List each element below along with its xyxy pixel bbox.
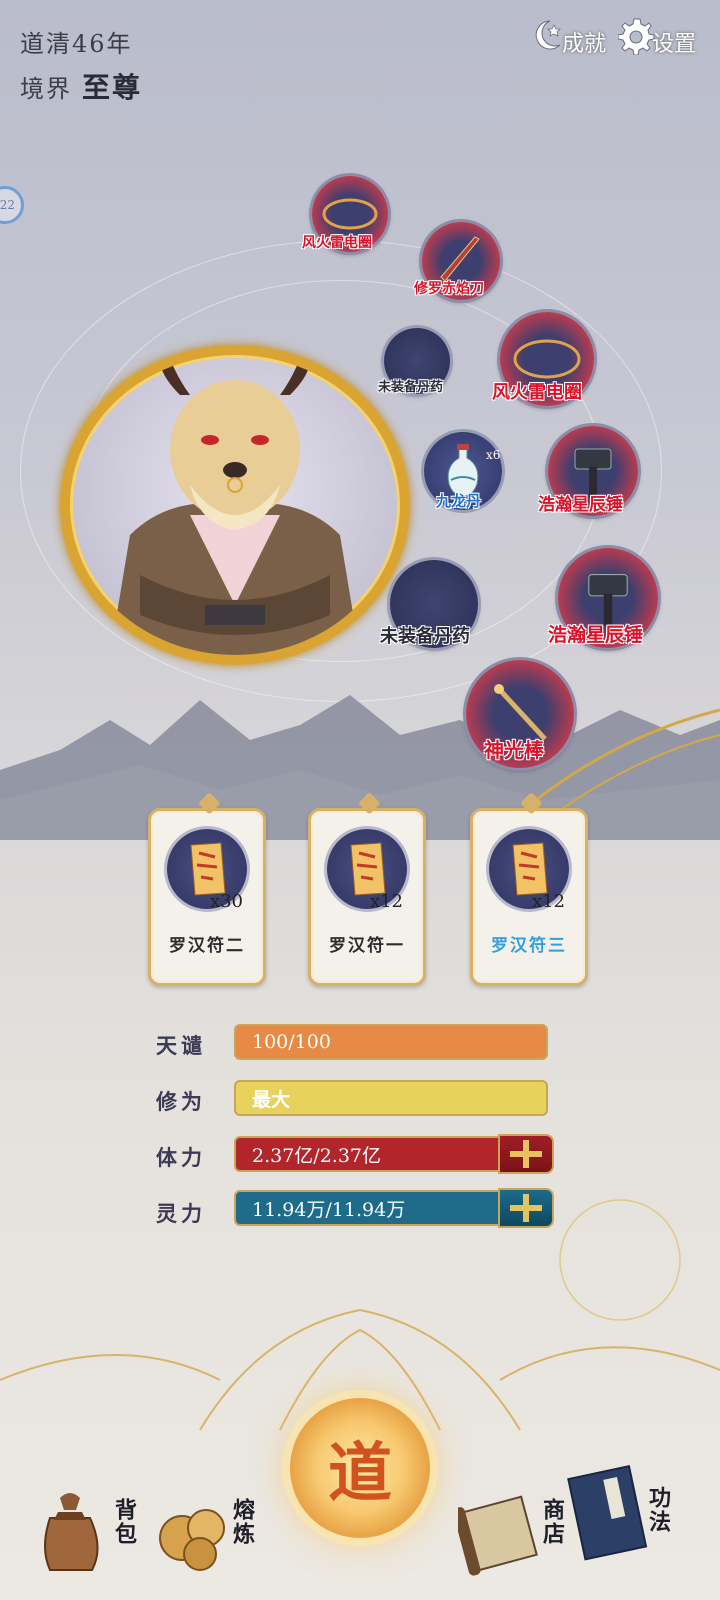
equip-slot-ring-2-label: 风火雷电圈 xyxy=(492,382,582,403)
lingli-value: 11.94万/11.94万 xyxy=(252,1198,406,1221)
bag-icon xyxy=(44,1493,99,1571)
settings-label: 设置 xyxy=(652,32,697,57)
plus-icon xyxy=(510,1140,542,1168)
tianqian-bar: 100/100 xyxy=(234,1024,548,1060)
tili-add-button[interactable] xyxy=(498,1134,554,1174)
stat-label-tili: 体力 xyxy=(156,1145,206,1170)
talisman-card-3[interactable]: x12 罗汉符三 xyxy=(470,792,588,986)
fire-ring-icon xyxy=(322,198,378,230)
realm-label: 境界 xyxy=(20,75,72,103)
scroll-map-icon xyxy=(453,1495,538,1576)
talisman-card-2[interactable]: x30 罗汉符二 xyxy=(148,792,266,986)
equip-slot-pill-2-label: 九龙丹 xyxy=(436,492,482,510)
side-badge-text: 22 xyxy=(0,198,15,212)
character-avatar[interactable] xyxy=(60,345,410,665)
talisman-card-1[interactable]: x12 罗汉符一 xyxy=(308,792,426,986)
realm-row: 境界 至尊 xyxy=(20,66,142,106)
fire-ring-icon xyxy=(513,339,581,379)
stat-label-tianqian: 天谴 xyxy=(156,1033,206,1058)
gear-icon xyxy=(618,18,655,55)
talisman-count: x30 xyxy=(209,891,243,912)
skill-button[interactable]: 功法 xyxy=(566,1462,686,1582)
talisman-count: x12 xyxy=(369,891,403,912)
achievements-button[interactable]: 成就 xyxy=(530,12,606,58)
ore-icon xyxy=(159,1509,225,1571)
stat-label-xiuwei: 修为 xyxy=(156,1089,206,1114)
tili-bar: 2.37亿/2.37亿 xyxy=(234,1136,510,1172)
bag-label: 背包 xyxy=(111,1498,137,1546)
dao-button[interactable]: 道 xyxy=(290,1398,430,1538)
equip-slot-hammer-2-label: 浩瀚星辰锤 xyxy=(548,624,644,646)
equip-slot-hammer-1-label: 浩瀚星辰锤 xyxy=(538,495,623,515)
talisman-name: 罗汉符三 xyxy=(491,936,567,956)
moon-star-icon xyxy=(535,20,561,50)
character-portrait xyxy=(110,355,360,655)
smelt-label: 熔炼 xyxy=(229,1498,255,1546)
skill-label: 功法 xyxy=(645,1486,671,1534)
lingli-add-button[interactable] xyxy=(498,1188,554,1228)
tianqian-value: 100/100 xyxy=(252,1031,331,1053)
equip-slot-pill-3-label: 未装备丹药 xyxy=(380,626,470,647)
talisman-name: 罗汉符一 xyxy=(329,936,405,956)
shop-label: 商店 xyxy=(539,1498,565,1546)
bag-button[interactable]: 背包 xyxy=(30,1488,140,1588)
side-badge[interactable]: 22 xyxy=(0,186,24,224)
xiuwei-value: 最大 xyxy=(252,1088,291,1111)
equip-slot-ring-1-label: 风火雷电圈 xyxy=(302,235,372,251)
equip-slot-blade-label: 修罗赤焰刀 xyxy=(414,281,484,297)
plus-icon xyxy=(510,1194,542,1222)
settings-button[interactable]: 设置 xyxy=(618,12,696,58)
shop-button[interactable]: 商店 xyxy=(453,1488,568,1588)
xiuwei-bar: 最大 xyxy=(234,1080,548,1116)
book-icon xyxy=(567,1465,648,1561)
equip-slot-pill-2-count: x6 xyxy=(486,448,501,462)
lingli-bar: 11.94万/11.94万 xyxy=(234,1190,510,1226)
year-text: 道清46年 xyxy=(20,30,133,58)
achievements-label: 成就 xyxy=(562,32,607,57)
equip-slot-staff-label: 神光棒 xyxy=(484,738,544,762)
dao-label: 道 xyxy=(328,1436,392,1511)
talisman-count: x12 xyxy=(531,891,565,912)
stat-label-lingli: 灵力 xyxy=(156,1201,206,1226)
equip-slot-pill-1-label: 未装备丹药 xyxy=(378,380,444,395)
talisman-name: 罗汉符二 xyxy=(169,936,245,956)
realm-value: 至尊 xyxy=(82,71,143,104)
tili-value: 2.37亿/2.37亿 xyxy=(252,1144,382,1167)
smelt-button[interactable]: 熔炼 xyxy=(152,1488,262,1588)
